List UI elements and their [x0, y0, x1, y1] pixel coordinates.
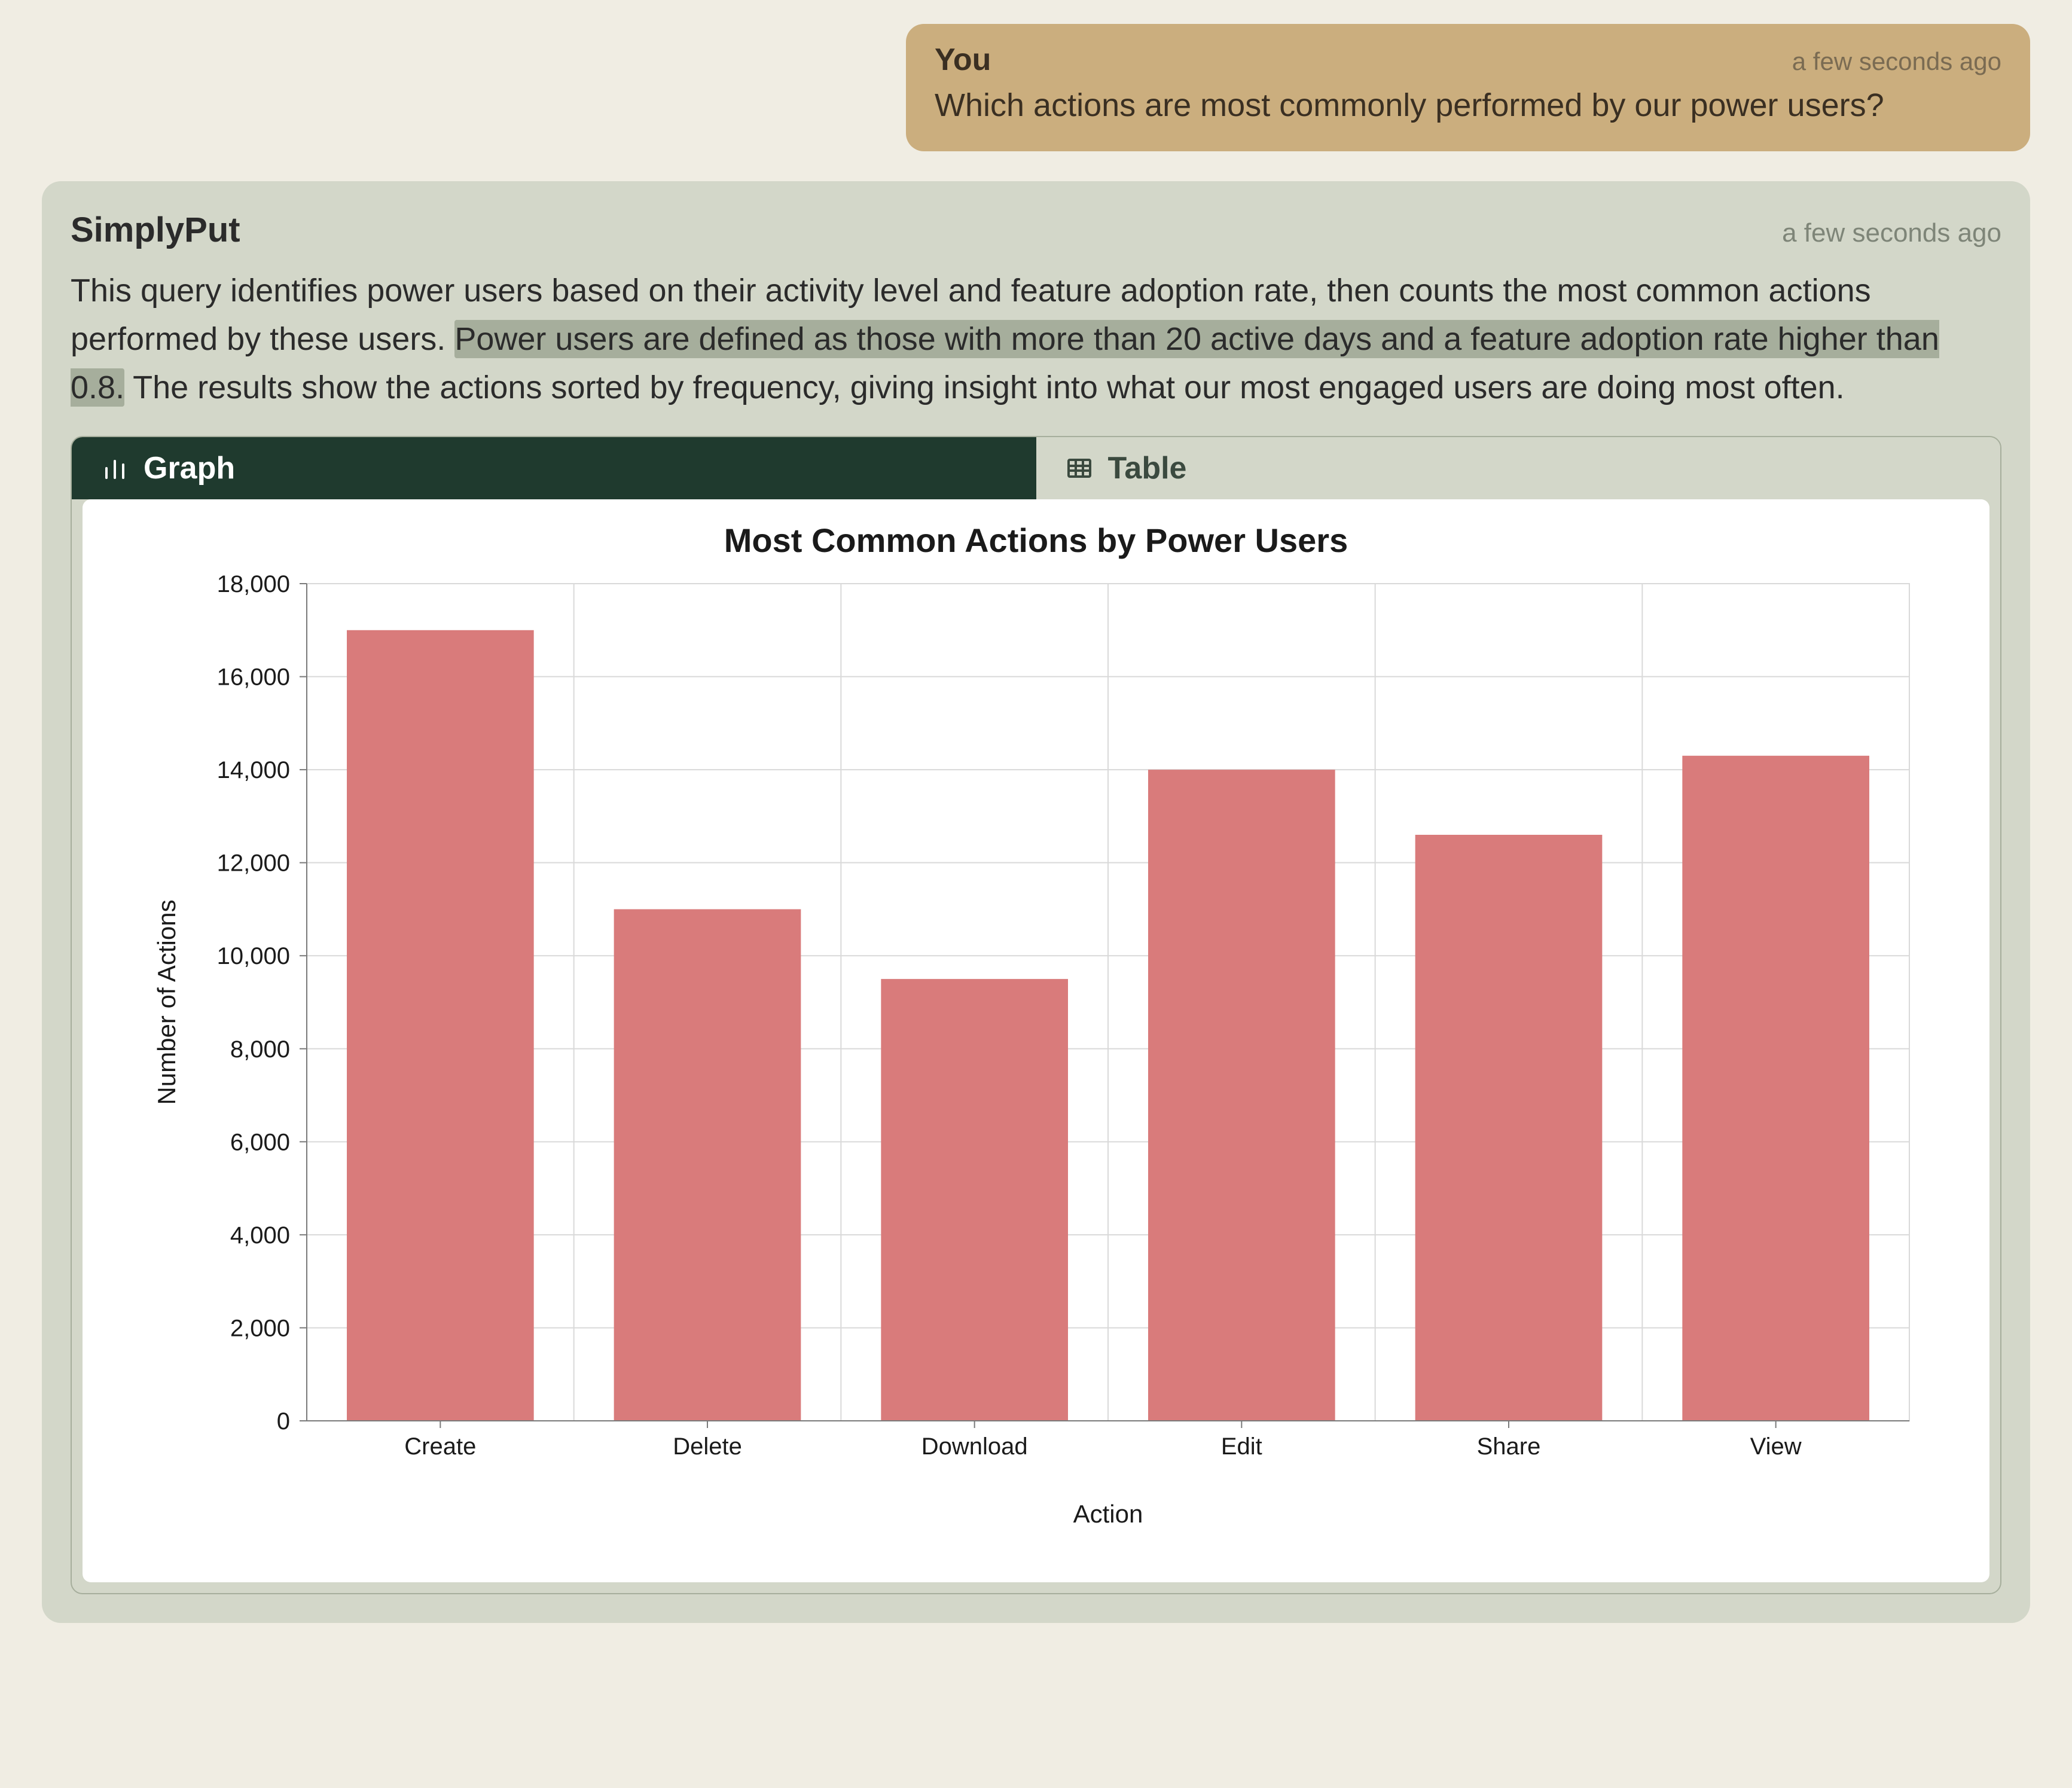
svg-text:6,000: 6,000	[230, 1129, 289, 1155]
svg-text:12,000: 12,000	[216, 850, 289, 877]
x-tick-create: Create	[404, 1433, 476, 1460]
bar-chart-icon	[100, 454, 129, 483]
assistant-message-text: This query identifies power users based …	[71, 267, 2001, 412]
chart-title: Most Common Actions by Power Users	[106, 521, 1966, 560]
table-icon	[1065, 454, 1094, 483]
x-axis-label: Action	[1073, 1500, 1143, 1528]
bar-create	[347, 630, 534, 1421]
chart-panel: Graph Table Most	[71, 436, 2001, 1594]
tab-graph-label: Graph	[144, 450, 235, 486]
user-message-header: You a few seconds ago	[935, 42, 2001, 78]
y-axis-label: Number of Actions	[152, 899, 181, 1104]
tab-bar: Graph Table	[72, 437, 2000, 499]
bar-delete	[614, 909, 801, 1421]
svg-text:14,000: 14,000	[216, 757, 289, 783]
x-tick-download: Download	[921, 1433, 1027, 1460]
user-author-label: You	[935, 42, 991, 78]
user-message-bubble: You a few seconds ago Which actions are …	[906, 24, 2030, 151]
svg-text:18,000: 18,000	[216, 571, 289, 597]
svg-text:0: 0	[276, 1408, 289, 1435]
page-root: You a few seconds ago Which actions are …	[0, 0, 2072, 1659]
assistant-message-card: SimplyPut a few seconds ago This query i…	[42, 181, 2030, 1623]
user-timestamp: a few seconds ago	[1792, 47, 2001, 76]
svg-text:2,000: 2,000	[230, 1315, 289, 1341]
bar-download	[881, 979, 1068, 1421]
svg-text:4,000: 4,000	[230, 1222, 289, 1249]
x-tick-edit: Edit	[1220, 1433, 1262, 1460]
tab-graph[interactable]: Graph	[72, 437, 1036, 499]
assistant-message-header: SimplyPut a few seconds ago	[71, 210, 2001, 250]
x-tick-delete: Delete	[673, 1433, 742, 1460]
x-tick-share: Share	[1476, 1433, 1540, 1460]
bar-edit	[1148, 770, 1335, 1421]
tab-table-label: Table	[1108, 450, 1187, 486]
assistant-author-label: SimplyPut	[71, 210, 240, 250]
x-tick-view: View	[1750, 1433, 1801, 1460]
svg-text:10,000: 10,000	[216, 943, 289, 969]
bar-share	[1415, 835, 1602, 1421]
chart-svg: 0 2,000 4,000 6,000 8,000 10,000 12,000 14,000 1…	[139, 566, 1933, 1552]
chart-area: Most Common Actions by Power Users 0 2,00…	[83, 499, 1989, 1582]
assistant-timestamp: a few seconds ago	[1782, 218, 2001, 248]
svg-text:8,000: 8,000	[230, 1036, 289, 1063]
tab-table[interactable]: Table	[1036, 437, 2001, 499]
assistant-text-post: The results show the actions sorted by f…	[124, 370, 1845, 405]
svg-text:16,000: 16,000	[216, 664, 289, 690]
user-message-text: Which actions are most commonly performe…	[935, 84, 2001, 127]
bar-view	[1682, 756, 1869, 1421]
